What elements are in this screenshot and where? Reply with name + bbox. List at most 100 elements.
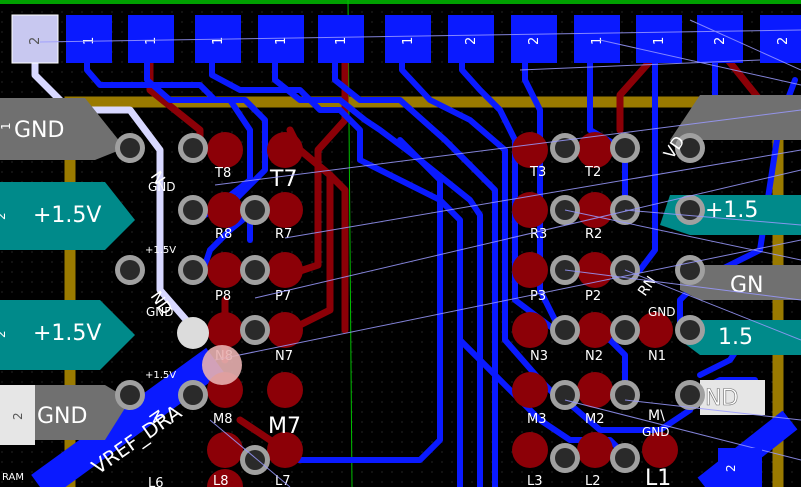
bga-ball-label: N2	[585, 349, 603, 364]
bga-pad[interactable]	[577, 432, 613, 468]
bga-ball-label: T8	[214, 166, 231, 181]
pad-label-v15: 1.5	[718, 325, 753, 350]
bga-pad[interactable]	[577, 192, 613, 228]
bga-pad[interactable]	[512, 372, 548, 408]
selected-via[interactable]	[177, 317, 209, 349]
via-hole	[615, 320, 635, 340]
bga-pad[interactable]	[267, 192, 303, 228]
pad-net-v15: +1.5V	[33, 203, 101, 228]
bga-ball-label: T3	[529, 165, 546, 180]
via-hole	[183, 260, 203, 280]
via-hole	[680, 320, 700, 340]
bga-ball-label: R3	[530, 227, 547, 242]
via-hole	[245, 200, 265, 220]
bga-pad[interactable]	[267, 132, 303, 168]
board-edge-top	[0, 0, 801, 4]
via-hole	[245, 320, 265, 340]
bga-ball-label: L1	[645, 466, 671, 487]
pad-number: 1	[144, 37, 159, 45]
pad-number: 1	[334, 37, 349, 45]
bga-pad[interactable]	[207, 132, 243, 168]
pad-number: 1	[652, 37, 667, 45]
top-pad[interactable]: 1	[385, 15, 431, 63]
bga-ball-label: P2	[585, 289, 601, 304]
bga-pad[interactable]	[577, 372, 613, 408]
via-hole	[615, 138, 635, 158]
pad-number: 2	[776, 37, 791, 45]
bga-pad[interactable]	[512, 252, 548, 288]
pad-number: 1	[0, 122, 13, 130]
bga-pad[interactable]	[512, 192, 548, 228]
selected-pad[interactable]	[202, 345, 242, 385]
bga-pad[interactable]	[267, 252, 303, 288]
label-ram: RAM	[2, 472, 24, 483]
bga-ball-label: L6	[148, 476, 164, 487]
via-hole	[183, 138, 203, 158]
bga-pad[interactable]	[512, 312, 548, 348]
via-hole	[680, 200, 700, 220]
pcb-layout-canvas[interactable]: 2 1 1 1 1 1 1 2 2 1 1 2 2 1 GND 2 +1.5V 2 +1.5V 2 GN…	[0, 0, 801, 487]
bga-pad[interactable]	[207, 192, 243, 228]
pad-number: 2	[0, 330, 8, 338]
via-hole	[245, 260, 265, 280]
bga-ball-label: M7	[268, 414, 301, 439]
top-pad[interactable]: 2	[448, 15, 494, 63]
via-hole	[245, 450, 265, 470]
pad-number: 2	[713, 37, 728, 45]
bga-ball-label: N7	[275, 349, 293, 364]
bga-pad[interactable]	[267, 372, 303, 408]
via-hole	[615, 385, 635, 405]
bga-ball-label: R7	[275, 227, 292, 242]
bga-ball-label: P8	[215, 289, 231, 304]
top-pad[interactable]: 1	[66, 15, 112, 63]
pad-number: 2	[464, 37, 479, 45]
top-pad[interactable]: 1	[258, 15, 304, 63]
top-pad[interactable]: 1	[574, 15, 620, 63]
pad-number: 2	[28, 37, 43, 45]
via-hole	[615, 448, 635, 468]
via-hole	[120, 260, 140, 280]
via-hole	[183, 385, 203, 405]
via-hole	[120, 385, 140, 405]
pad-net-gnd: GND	[14, 118, 64, 143]
bga-pad[interactable]	[512, 132, 548, 168]
bga-ball-label: M3	[527, 412, 547, 427]
bga-ball-label: L8	[213, 474, 229, 487]
bga-pad[interactable]	[512, 432, 548, 468]
top-pad[interactable]: 2	[511, 15, 557, 63]
pad-label-nd: ND	[705, 386, 738, 411]
via-hole	[183, 200, 203, 220]
bottom-right-pad[interactable]: 2	[718, 448, 762, 487]
bga-ball-label: N3	[530, 349, 548, 364]
top-pad[interactable]: 2	[760, 15, 801, 63]
bga-pad[interactable]	[207, 252, 243, 288]
top-pad[interactable]: 1	[318, 15, 364, 63]
bga-ball-label: M2	[585, 412, 605, 427]
bga-ball-label: P3	[530, 289, 546, 304]
pad-number: 2	[724, 464, 738, 472]
bga-ball-label: T2	[584, 165, 601, 180]
bga-pad[interactable]	[577, 132, 613, 168]
pad-number: 2	[0, 212, 8, 220]
via-hole	[555, 320, 575, 340]
bga-ball-label: R2	[585, 227, 602, 242]
pad-number: 2	[527, 37, 542, 45]
top-pad[interactable]: 2	[697, 15, 743, 63]
pad-net-v15: +1.5V	[33, 321, 101, 346]
label-gnd: GND	[648, 305, 676, 319]
via-hole	[555, 448, 575, 468]
label-v15: +1.5V	[145, 370, 176, 381]
top-pad[interactable]: 1	[128, 15, 174, 63]
bga-ball-label: L2	[585, 474, 601, 487]
top-pad[interactable]: 2	[11, 14, 59, 64]
top-pad[interactable]: 1	[636, 15, 682, 63]
bga-pad[interactable]	[207, 312, 243, 348]
bga-ball-label: N1	[648, 349, 666, 364]
pad-number: 2	[11, 412, 25, 420]
bga-ball-label: L3	[527, 474, 543, 487]
label-gnd: GND	[642, 425, 670, 439]
bga-pad[interactable]	[207, 432, 243, 468]
bga-pad[interactable]	[577, 312, 613, 348]
via-hole	[120, 138, 140, 158]
bga-ball-label: T7	[269, 167, 297, 192]
